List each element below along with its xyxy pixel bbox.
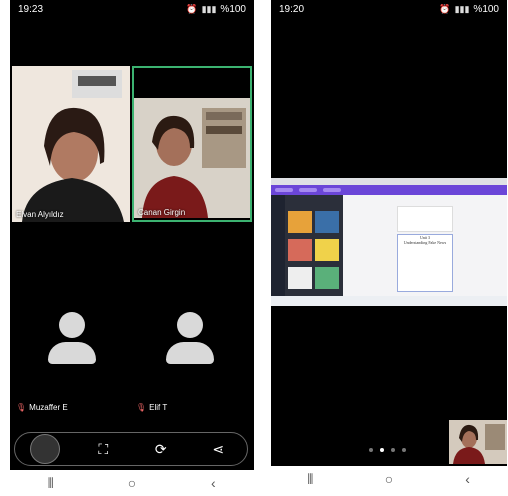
mic-muted-icon: 🎙 xyxy=(136,403,147,412)
status-bar: 19:23 ⏰ ▮▮▮ %100 xyxy=(10,0,254,18)
page-dot[interactable] xyxy=(391,448,395,452)
shared-screen[interactable]: Unit 3 Understanding Fake News xyxy=(271,178,507,306)
status-time: 19:23 xyxy=(18,3,44,15)
editor-side-rail xyxy=(271,195,285,296)
editor-bottom-bar xyxy=(271,296,507,306)
signal-icon: ▮▮▮ xyxy=(454,3,470,14)
participant-video xyxy=(134,98,250,218)
participant-video xyxy=(12,66,130,222)
page-indicator xyxy=(369,448,406,452)
participant-name: Elif T xyxy=(149,403,168,412)
mic-muted-icon: 🎙 xyxy=(16,403,27,412)
editor-top-bar xyxy=(271,185,507,195)
page-blank xyxy=(397,206,453,232)
page-dot[interactable] xyxy=(402,448,406,452)
home-button[interactable]: ○ xyxy=(377,471,401,487)
browser-bar xyxy=(271,178,507,185)
share-icon[interactable]: ⋖ xyxy=(204,441,232,458)
page-dot[interactable] xyxy=(369,448,373,452)
design-page: Unit 3 Understanding Fake News xyxy=(397,234,453,292)
signal-icon: ▮▮▮ xyxy=(201,3,217,14)
document-subtitle: Understanding Fake News xyxy=(403,240,447,245)
recents-button[interactable]: ⦀ xyxy=(39,475,63,492)
battery-level: %100 xyxy=(473,3,499,15)
participant-elif[interactable]: 🎙 Elif T xyxy=(136,403,167,412)
video-tile-canan[interactable]: Canan Girgin xyxy=(132,66,252,222)
right-phone-screen: 19:20 ⏰ ▮▮▮ %100 Unit 3 Understanding Fa… xyxy=(271,0,507,466)
participant-name: Canan Girgin xyxy=(138,208,186,217)
self-view-thumbnail[interactable] xyxy=(29,434,60,464)
pip-video xyxy=(449,420,507,464)
self-video-pip[interactable] xyxy=(449,420,507,464)
back-button[interactable]: ‹ xyxy=(456,471,480,487)
video-tile-elvan[interactable]: Elvan Alyıldız xyxy=(12,66,130,222)
recents-button[interactable]: ⦀ xyxy=(298,471,322,488)
participant-name: Elvan Alyıldız xyxy=(16,210,64,219)
page-dot-active[interactable] xyxy=(380,448,384,452)
status-time: 19:20 xyxy=(279,3,305,15)
back-button[interactable]: ‹ xyxy=(201,475,225,491)
participant-name: Muzaffer E xyxy=(29,403,68,412)
android-nav-bar: ⦀ ○ ‹ xyxy=(271,466,507,492)
template-panel xyxy=(285,195,343,296)
alarm-icon: ⏰ xyxy=(186,3,198,14)
meeting-toolbar: ⛶ ⟳ ⋖ xyxy=(14,432,248,466)
fullscreen-icon[interactable]: ⛶ xyxy=(89,441,117,458)
avatar-placeholder-icon xyxy=(166,312,214,368)
status-bar: 19:20 ⏰ ▮▮▮ %100 xyxy=(271,0,507,18)
android-nav-bar: ⦀ ○ ‹ xyxy=(10,470,254,496)
rotate-screen-icon[interactable]: ⟳ xyxy=(147,441,175,458)
participant-muzaffer[interactable]: 🎙 Muzaffer E xyxy=(16,403,68,412)
battery-level: %100 xyxy=(220,3,246,15)
alarm-icon: ⏰ xyxy=(439,3,451,14)
home-button[interactable]: ○ xyxy=(120,475,144,491)
left-phone-screen: 19:23 ⏰ ▮▮▮ %100 Elvan Alyıldız Canan Gi… xyxy=(10,0,254,470)
avatar-placeholder-icon xyxy=(48,312,96,368)
